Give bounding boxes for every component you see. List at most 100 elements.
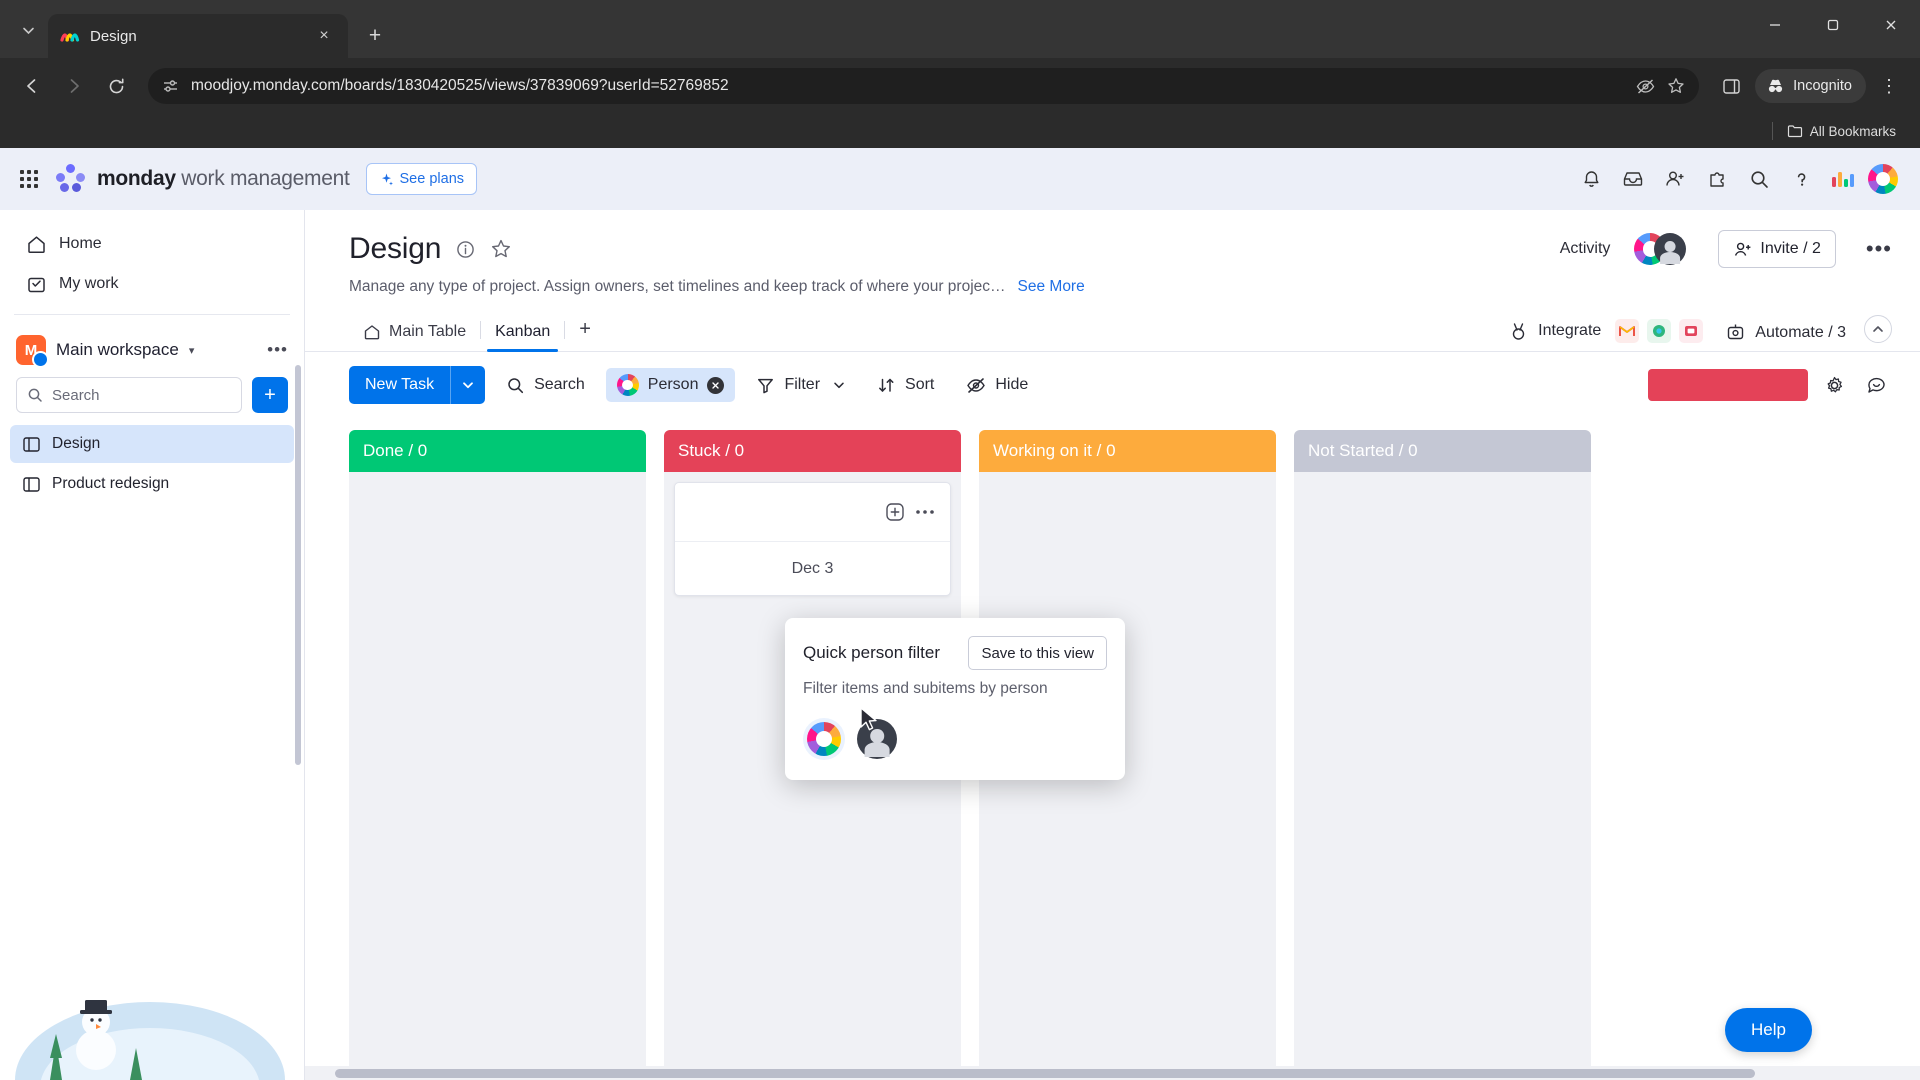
chevron-down-icon[interactable]: ▾ (189, 344, 195, 357)
sidebar-scrollbar[interactable] (295, 365, 301, 765)
header-icon-group (1574, 162, 1898, 196)
reload-button[interactable] (98, 68, 134, 104)
gmail-icon[interactable] (1615, 319, 1640, 343)
activity-label: Activity (1559, 240, 1611, 257)
sidebar-item-home[interactable]: Home (14, 224, 290, 264)
chat-smile-icon[interactable] (1860, 369, 1892, 401)
window-close-icon[interactable] (1862, 0, 1920, 50)
inbox-icon[interactable] (1616, 162, 1650, 196)
see-plans-button[interactable]: See plans (365, 163, 478, 195)
chevron-down-icon[interactable] (451, 379, 485, 391)
kanban-column-header[interactable]: Not Started / 0 (1294, 430, 1591, 472)
third-party-cookie-blocked-icon[interactable] (1636, 77, 1655, 96)
sidebar-board-product-redesign[interactable]: Product redesign (10, 465, 294, 503)
more-icon[interactable] (914, 508, 936, 516)
add-board-button[interactable]: + (252, 377, 288, 413)
see-more-link[interactable]: See More (1018, 278, 1085, 296)
add-subitem-icon[interactable] (884, 501, 906, 523)
search-label: Search (534, 376, 585, 393)
board-description: Manage any type of project. Assign owner… (349, 278, 1006, 295)
workspace-badge: M (16, 335, 49, 368)
minimize-icon[interactable] (1746, 0, 1804, 50)
save-to-view-button[interactable]: Save to this view (968, 636, 1107, 670)
kanban-column-header[interactable]: Stuck / 0 (664, 430, 961, 472)
help-icon[interactable] (1784, 162, 1818, 196)
search-button[interactable]: Search (495, 368, 596, 402)
filter-button[interactable]: Filter (745, 368, 856, 402)
workspace-more-icon[interactable]: ••• (267, 340, 288, 360)
sidebar-item-label: My work (59, 275, 119, 292)
filter-label: Filter (784, 376, 821, 393)
page-title: Design (349, 232, 442, 265)
activity-graph-icon[interactable] (1826, 162, 1860, 196)
kanban-column-body[interactable] (1294, 472, 1591, 1080)
kanban-card[interactable]: Dec 3 (674, 482, 951, 596)
all-bookmarks-button[interactable]: All Bookmarks (1781, 120, 1902, 142)
help-button[interactable]: Help (1725, 1008, 1812, 1052)
user-avatar[interactable] (1868, 164, 1898, 194)
search-icon[interactable] (1742, 162, 1776, 196)
view-tab-bar: Main Table Kanban + Integrate Automate /… (305, 308, 1920, 352)
popup-avatar-selected[interactable] (803, 718, 845, 760)
sidebar-board-design[interactable]: Design (10, 425, 294, 463)
board-more-button[interactable]: ••• (1866, 236, 1892, 262)
address-bar[interactable]: moodjoy.monday.com/boards/1830420525/vie… (148, 68, 1700, 104)
new-tab-button[interactable]: + (358, 19, 392, 53)
close-icon[interactable]: × (312, 24, 336, 48)
search-input[interactable]: Search (16, 377, 242, 413)
activity-avatars[interactable] (1634, 233, 1687, 265)
new-task-button[interactable]: New Task (349, 366, 486, 404)
kanban-column-body[interactable] (349, 472, 646, 1080)
tab-main-table[interactable]: Main Table (349, 323, 480, 351)
automate-button[interactable]: Automate / 3 (1725, 322, 1846, 351)
kanban-column-header[interactable]: Done / 0 (349, 430, 646, 472)
back-button[interactable] (14, 68, 50, 104)
kanban-card-date[interactable]: Dec 3 (792, 560, 834, 578)
integrate-button[interactable]: Integrate (1502, 321, 1607, 342)
kanban-column-header[interactable]: Working on it / 0 (979, 430, 1276, 472)
board-title-row: Design Activity Invite / 2 ••• (349, 230, 1892, 268)
bookmark-star-icon[interactable] (1667, 77, 1685, 95)
accent-color-bar[interactable] (1648, 369, 1808, 401)
star-icon[interactable] (490, 238, 512, 260)
browser-menu-button[interactable]: ⋮ (1872, 69, 1906, 103)
forward-button[interactable] (56, 68, 92, 104)
horizontal-scrollbar[interactable] (305, 1066, 1920, 1080)
dark-avatar-icon[interactable] (857, 719, 897, 759)
gear-icon[interactable] (1818, 369, 1850, 401)
new-task-label: New Task (365, 376, 435, 393)
outlook-icon[interactable] (1679, 319, 1704, 343)
slack-icon[interactable] (1647, 319, 1672, 343)
add-view-button[interactable]: + (565, 318, 605, 351)
workspace-selector[interactable]: M Main workspace ▾ ••• (0, 321, 304, 377)
sidebar-item-my-work[interactable]: My work (14, 264, 290, 304)
apps-grid-icon[interactable] (18, 168, 40, 190)
kanban-card-bottom: Dec 3 (675, 541, 950, 595)
sidebar-divider (14, 314, 290, 315)
person-filter-chip[interactable]: Person (605, 368, 736, 402)
sort-button[interactable]: Sort (866, 368, 945, 402)
invite-button[interactable]: Invite / 2 (1718, 230, 1836, 268)
clear-person-filter-icon[interactable] (707, 376, 725, 394)
extensions-icon[interactable] (1700, 162, 1734, 196)
sidebar-search-row: Search + (0, 377, 304, 425)
info-icon[interactable] (455, 239, 476, 260)
tab-kanban[interactable]: Kanban (481, 323, 564, 352)
monday-brand[interactable]: monday work management (56, 164, 350, 194)
brand-text: monday work management (97, 167, 350, 191)
winter-illustration (0, 930, 304, 1080)
browser-tab[interactable]: Design × (48, 14, 348, 58)
kanban-card-top (675, 483, 950, 541)
incognito-indicator[interactable]: Incognito (1755, 69, 1866, 103)
hide-button[interactable]: Hide (955, 368, 1039, 402)
popup-subtitle: Filter items and subitems by person (803, 680, 1048, 697)
bell-icon[interactable] (1574, 162, 1608, 196)
side-panel-icon[interactable] (1713, 68, 1749, 104)
avatar[interactable] (1654, 233, 1687, 265)
incognito-label: Incognito (1793, 78, 1852, 94)
invite-member-icon[interactable] (1658, 162, 1692, 196)
site-settings-icon[interactable] (162, 78, 179, 95)
chevron-up-icon[interactable] (1864, 315, 1892, 343)
tab-search-button[interactable] (8, 10, 48, 50)
maximize-icon[interactable] (1804, 0, 1862, 50)
